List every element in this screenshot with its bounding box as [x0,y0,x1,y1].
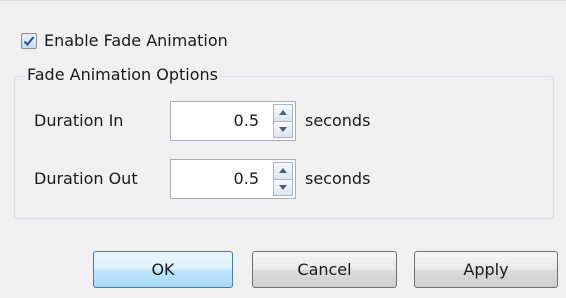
apply-button[interactable]: Apply [414,251,558,288]
duration-out-value[interactable]: 0.5 [234,160,259,198]
duration-in-down-button[interactable] [273,120,293,138]
duration-out-spin-buttons [273,162,293,196]
duration-in-value[interactable]: 0.5 [234,102,259,140]
top-divider [0,0,566,1]
duration-in-unit: seconds [305,111,371,130]
duration-out-down-button[interactable] [273,178,293,196]
duration-in-spin-buttons [273,104,293,138]
check-mark-icon [23,36,35,46]
ok-button[interactable]: OK [93,251,233,288]
up-arrow-icon [279,168,287,174]
duration-in-up-button[interactable] [273,104,293,122]
down-arrow-icon [279,126,287,132]
fade-animation-dialog: Enable Fade Animation Fade Animation Opt… [0,0,566,298]
enable-fade-row[interactable]: Enable Fade Animation [21,31,228,51]
duration-out-unit: seconds [305,169,371,188]
down-arrow-icon [279,184,287,190]
fade-options-title: Fade Animation Options [25,64,221,86]
enable-fade-label[interactable]: Enable Fade Animation [44,31,228,51]
enable-fade-checkbox[interactable] [21,33,37,49]
duration-in-spinbox[interactable]: 0.5 [170,101,296,141]
duration-in-label: Duration In [34,111,124,130]
cancel-button[interactable]: Cancel [252,251,397,288]
duration-out-up-button[interactable] [273,162,293,180]
duration-out-label: Duration Out [34,169,138,188]
duration-out-spinbox[interactable]: 0.5 [170,159,296,199]
up-arrow-icon [279,110,287,116]
